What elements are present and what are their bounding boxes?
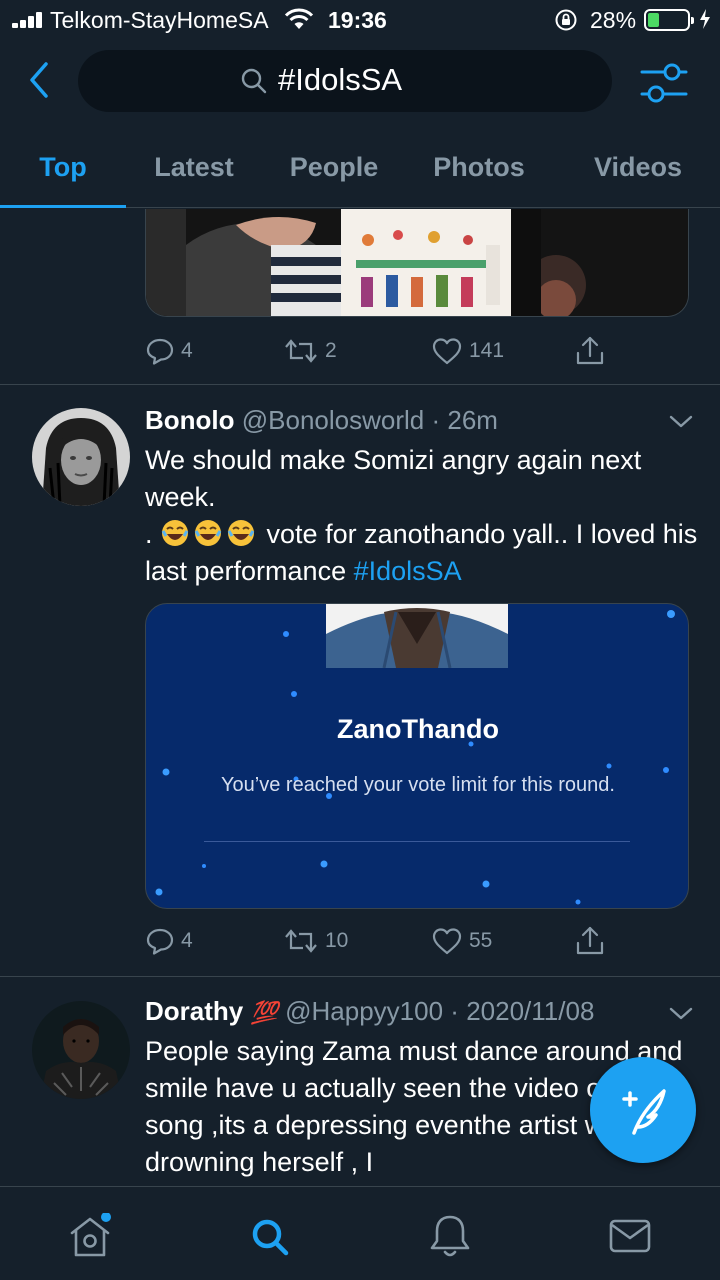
share-icon (576, 926, 604, 955)
battery-percent: 28% (590, 7, 637, 33)
retweet-button[interactable]: 2 (283, 333, 337, 369)
sliders-icon (640, 63, 688, 103)
reply-count: 4 (181, 339, 193, 362)
mail-icon (609, 1219, 651, 1253)
bottom-navigation (0, 1186, 720, 1280)
user-handle[interactable]: @Bonolosworld (242, 405, 424, 435)
tweet-actions: 4 2 141 (145, 333, 625, 369)
tweet-text-line: We should make Somizi angry again next w… (145, 445, 642, 512)
search-tabs: Top Latest People Photos Videos (0, 126, 720, 208)
tweet-photo[interactable] (145, 209, 689, 317)
carrier-name: Telkom-StayHomeSA (50, 7, 269, 33)
chevron-down-icon[interactable] (668, 409, 694, 433)
photo-image (146, 209, 688, 316)
search-input[interactable]: #IdolsSA (78, 50, 612, 112)
tweet-header: Dorathy 💯 @Happyy100 · 2020/11/08 (145, 996, 690, 1032)
reply-icon (146, 928, 174, 955)
reply-count: 4 (181, 929, 193, 952)
heart-icon (432, 928, 462, 955)
compose-feather-icon (622, 1089, 666, 1135)
wifi-icon (284, 8, 314, 29)
nav-notifications[interactable] (420, 1213, 480, 1259)
search-icon (241, 68, 267, 94)
search-header: #IdolsSA (0, 40, 720, 126)
tweet-text-prefix: . (145, 519, 153, 549)
tweet-time: 2020/11/08 (466, 996, 595, 1026)
share-button[interactable] (575, 923, 605, 959)
home-icon (70, 1212, 111, 1257)
search-query: #IdolsSA (278, 62, 403, 97)
hashtag-link[interactable]: #IdolsSA (354, 556, 462, 586)
display-name[interactable]: Bonolo (145, 405, 235, 435)
reply-button[interactable]: 4 (145, 923, 193, 959)
retweet-icon (285, 929, 317, 953)
tab-latest[interactable]: Latest (136, 126, 252, 208)
bell-icon (430, 1215, 470, 1257)
back-button[interactable] (20, 58, 60, 102)
chevron-left-icon (30, 62, 48, 98)
avatar-image (32, 408, 130, 506)
separator-dot: · (450, 996, 459, 1026)
compose-tweet-button[interactable] (590, 1057, 696, 1163)
emoji-laughing-icon (160, 519, 259, 549)
search-results-feed: 4 2 141 Bonolo @Bonolosworld · 26m We sh… (0, 209, 720, 1186)
tab-top[interactable]: Top (0, 126, 126, 208)
like-count: 55 (469, 929, 493, 952)
battery-icon (644, 9, 694, 31)
avatar-image (32, 1001, 130, 1099)
reply-button[interactable]: 4 (145, 333, 193, 369)
hundred-points-icon: 💯 (250, 1000, 278, 1025)
rotation-lock-icon (555, 9, 577, 31)
avatar[interactable] (32, 1001, 130, 1099)
user-handle[interactable]: @Happyy100 (285, 996, 443, 1026)
display-name[interactable]: Dorathy (145, 996, 243, 1026)
tab-videos[interactable]: Videos (576, 126, 700, 208)
share-button[interactable] (575, 333, 605, 369)
search-filter-button[interactable] (638, 60, 690, 106)
card-subtitle: You’ve reached your vote limit for this … (221, 774, 615, 796)
active-tab-indicator (0, 205, 126, 208)
separator-dot: · (431, 405, 441, 435)
tweet-divider (0, 384, 720, 385)
avatar[interactable] (32, 408, 130, 506)
nav-home[interactable] (60, 1212, 120, 1259)
search-icon (252, 1219, 289, 1256)
tweet-header: Bonolo @Bonolosworld · 26m (145, 405, 690, 441)
heart-icon (432, 338, 462, 365)
tab-photos[interactable]: Photos (416, 126, 542, 208)
retweet-count: 2 (325, 339, 337, 362)
tweet-actions: 4 10 55 (145, 923, 625, 959)
like-button[interactable]: 141 (431, 333, 504, 369)
nav-messages[interactable] (600, 1213, 660, 1259)
card-title: ZanoThando (337, 714, 499, 744)
signal-icon (12, 12, 46, 28)
clock-time: 19:36 (328, 7, 387, 33)
chevron-down-icon[interactable] (668, 1001, 694, 1025)
battery-level (648, 13, 659, 27)
tweet-time: 26m (447, 405, 498, 435)
status-bar: Telkom-StayHomeSA 19:36 28% (0, 0, 720, 40)
charging-icon (700, 9, 710, 29)
nav-search[interactable] (240, 1213, 300, 1259)
tweet-divider (0, 976, 720, 977)
like-count: 141 (469, 339, 505, 362)
card-divider (204, 841, 630, 842)
tweet-media-card[interactable]: ZanoThando You’ve reached your vote limi… (145, 603, 689, 909)
share-icon (576, 336, 604, 365)
retweet-icon (285, 339, 317, 363)
twitter-search-screen: Telkom-StayHomeSA 19:36 28% #IdolsSA Top… (0, 0, 720, 1280)
like-button[interactable]: 55 (431, 923, 492, 959)
tab-people[interactable]: People (272, 126, 396, 208)
tweet-text: We should make Somizi angry again next w… (145, 442, 700, 590)
contestant-photo (326, 604, 508, 668)
reply-icon (146, 338, 174, 365)
retweet-button[interactable]: 10 (283, 923, 348, 959)
retweet-count: 10 (325, 929, 349, 952)
tweet-text-line: . vote for zanothando yall.. I loved his… (145, 516, 700, 590)
